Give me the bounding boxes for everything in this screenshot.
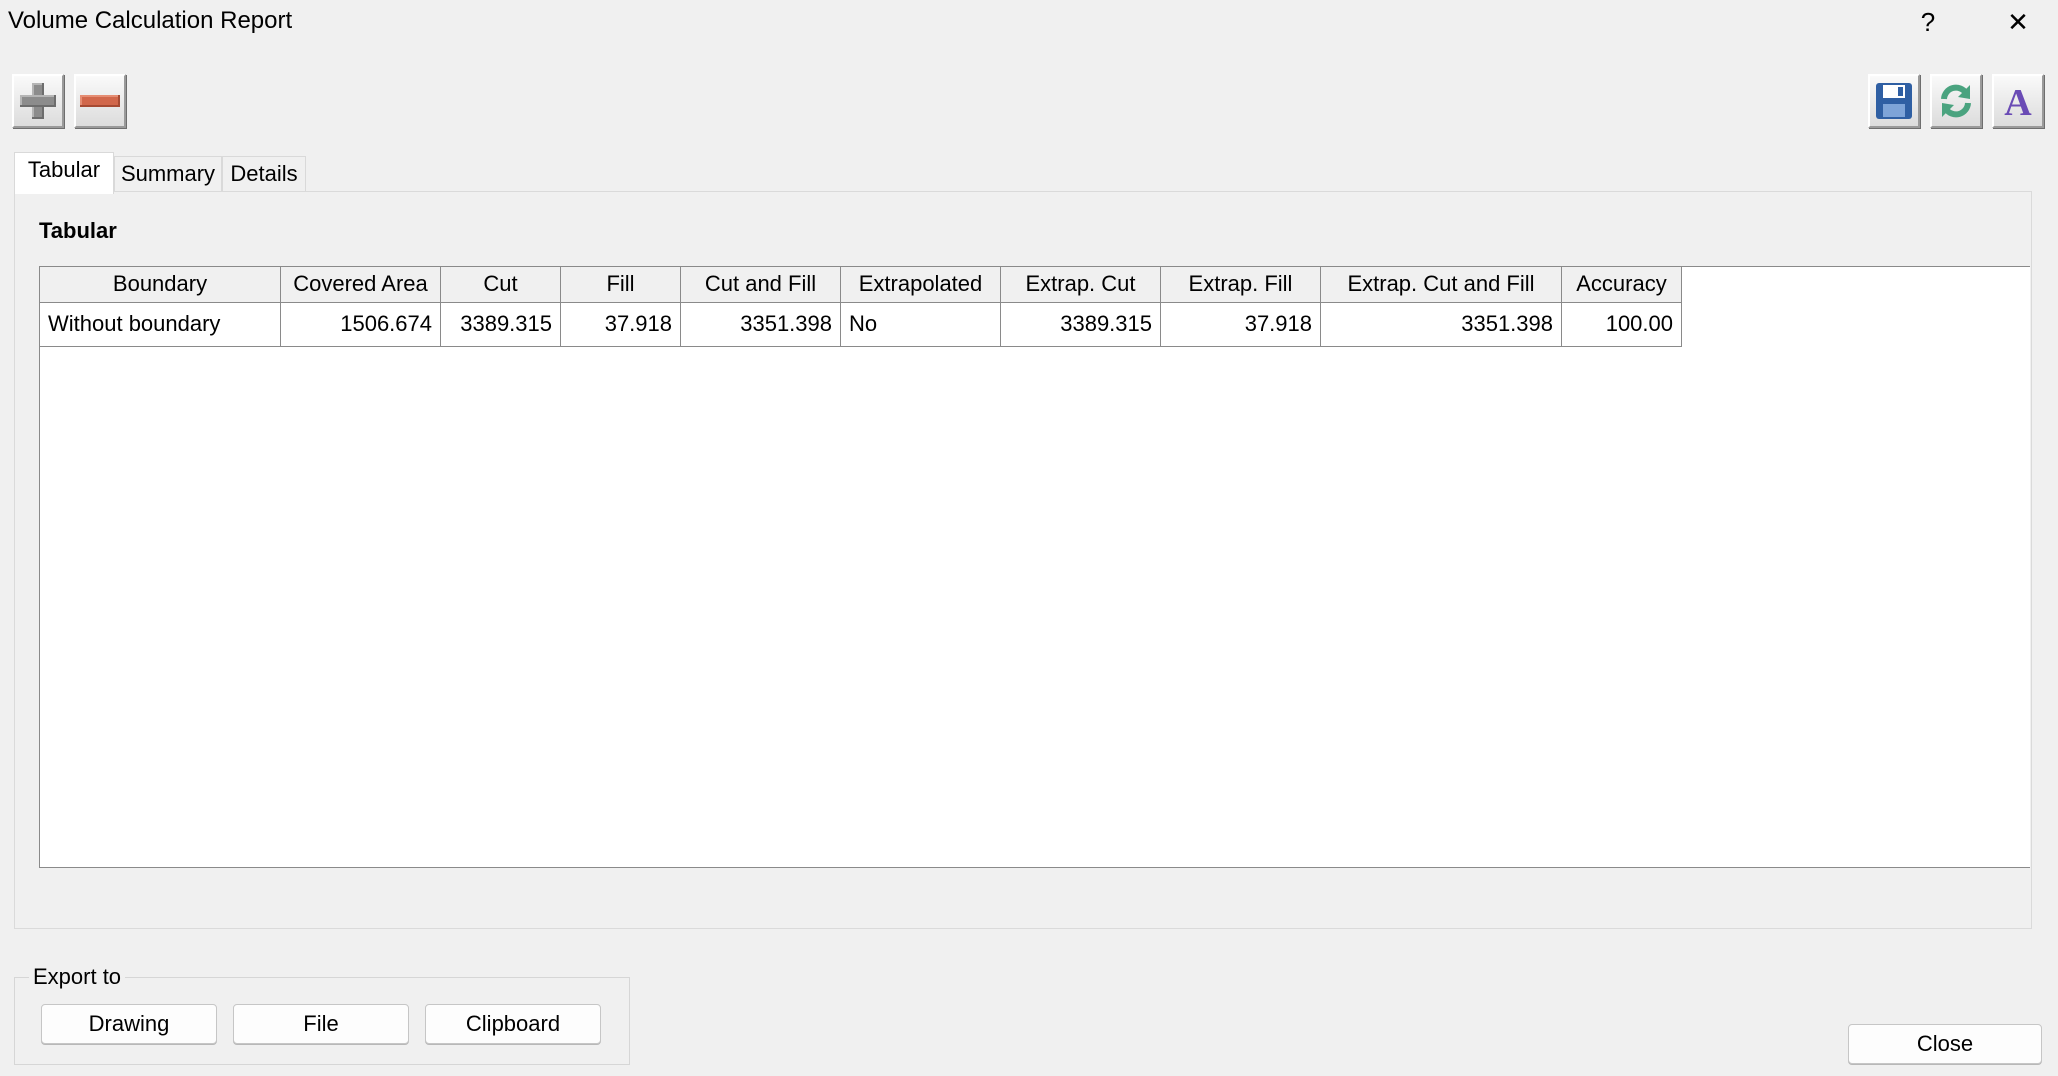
tab-details[interactable]: Details: [222, 156, 306, 192]
cell-extrap-fill: 37.918: [1161, 303, 1321, 346]
font-icon: A: [2004, 82, 2032, 121]
save-button[interactable]: [1868, 74, 1920, 128]
tab-tabular[interactable]: Tabular: [14, 152, 114, 194]
minus-icon: [80, 95, 120, 107]
tab-summary[interactable]: Summary: [114, 156, 222, 192]
remove-button[interactable]: [74, 74, 126, 128]
close-button[interactable]: Close: [1848, 1024, 2042, 1064]
column-header-cut-and-fill[interactable]: Cut and Fill: [681, 267, 841, 302]
table-row[interactable]: Without boundary 1506.674 3389.315 37.91…: [40, 303, 1682, 347]
font-button[interactable]: A: [1992, 74, 2044, 128]
cell-extrapolated: No: [841, 303, 1001, 346]
plus-icon: [18, 81, 58, 121]
column-header-extrap-fill[interactable]: Extrap. Fill: [1161, 267, 1321, 302]
table-header: Boundary Covered Area Cut Fill Cut and F…: [40, 267, 1682, 303]
export-group: Export to Drawing File Clipboard: [14, 964, 630, 1065]
window-close-button[interactable]: ✕: [1988, 0, 2048, 44]
cell-cut-and-fill: 3351.398: [681, 303, 841, 346]
tabular-panel: Tabular Boundary Covered Area Cut Fill C…: [14, 191, 2032, 929]
results-table[interactable]: Boundary Covered Area Cut Fill Cut and F…: [39, 266, 2030, 868]
help-button[interactable]: ?: [1898, 0, 1958, 44]
column-header-extrap-cut-and-fill[interactable]: Extrap. Cut and Fill: [1321, 267, 1562, 302]
export-clipboard-button[interactable]: Clipboard: [425, 1004, 601, 1044]
column-header-boundary[interactable]: Boundary: [40, 267, 281, 302]
column-header-covered-area[interactable]: Covered Area: [281, 267, 441, 302]
cell-covered-area: 1506.674: [281, 303, 441, 346]
cell-fill: 37.918: [561, 303, 681, 346]
svg-text:A: A: [2004, 82, 2032, 121]
cell-extrap-cut: 3389.315: [1001, 303, 1161, 346]
cell-accuracy: 100.00: [1562, 303, 1682, 346]
title-bar: Volume Calculation Report ? ✕: [0, 0, 2058, 50]
refresh-icon: [1941, 84, 1971, 118]
column-header-cut[interactable]: Cut: [441, 267, 561, 302]
cell-boundary: Without boundary: [40, 303, 281, 346]
export-legend: Export to: [29, 964, 126, 990]
add-button[interactable]: [12, 74, 64, 128]
column-header-accuracy[interactable]: Accuracy: [1562, 267, 1682, 302]
column-header-extrapolated[interactable]: Extrapolated: [841, 267, 1001, 302]
column-header-fill[interactable]: Fill: [561, 267, 681, 302]
window-title: Volume Calculation Report: [8, 7, 293, 34]
refresh-button[interactable]: [1930, 74, 1982, 128]
panel-heading: Tabular: [39, 218, 117, 243]
cell-extrap-cut-and-fill: 3351.398: [1321, 303, 1562, 346]
export-file-button[interactable]: File: [233, 1004, 409, 1044]
column-header-extrap-cut[interactable]: Extrap. Cut: [1001, 267, 1161, 302]
cell-cut: 3389.315: [441, 303, 561, 346]
floppy-disk-icon: [1876, 83, 1912, 119]
export-drawing-button[interactable]: Drawing: [41, 1004, 217, 1044]
